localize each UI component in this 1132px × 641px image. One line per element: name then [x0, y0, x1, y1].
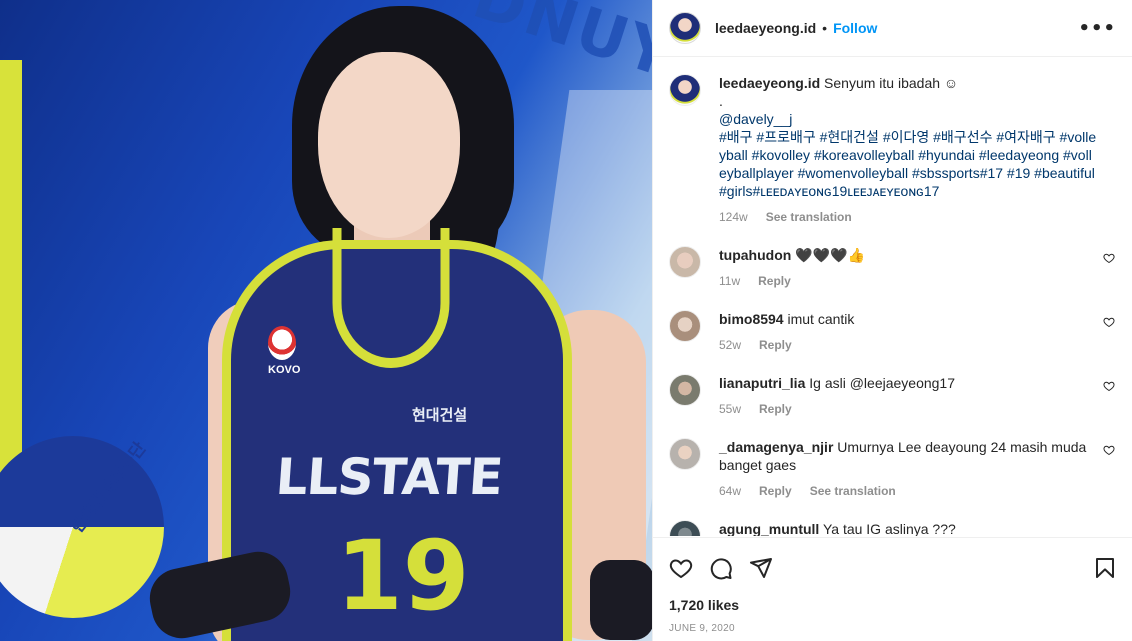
- like-comment-heart-icon[interactable]: [1103, 316, 1115, 328]
- comment-avatar[interactable]: [669, 438, 701, 470]
- comment-item: tupahudon 🖤🖤🖤👍 11w Reply: [669, 246, 1117, 290]
- post-header: leedaeyeong.id • Follow •••: [653, 0, 1132, 57]
- caption-body: leedaeyeong.id Senyum itu ibadah ☺ . @da…: [719, 74, 1099, 226]
- comment-time[interactable]: 52w: [719, 336, 741, 354]
- comment-avatar[interactable]: [669, 374, 701, 406]
- comment-username[interactable]: _damagenya_njir: [719, 439, 833, 455]
- caption-avatar[interactable]: [669, 74, 701, 106]
- comment-item: _damagenya_njir Umurnya Lee deayoung 24 …: [669, 438, 1117, 500]
- follow-button[interactable]: Follow: [833, 20, 877, 36]
- comment-username[interactable]: tupahudon: [719, 247, 791, 263]
- comment-text: Ig asli @leejaeyeong17: [809, 375, 956, 391]
- comment-username[interactable]: lianaputri_lia: [719, 375, 805, 391]
- heart-icon[interactable]: [669, 556, 693, 580]
- comment-text: 🖤🖤🖤👍: [795, 247, 865, 263]
- reply-button[interactable]: Reply: [759, 400, 792, 418]
- arm-sleeve-right: [590, 560, 652, 640]
- like-count[interactable]: 1,720 likes: [669, 597, 1117, 613]
- player-face: [318, 52, 460, 238]
- comment-item: agung_muntull Ya tau IG aslinya ???: [669, 520, 1117, 536]
- jersey-sponsor: LLSTATE: [273, 448, 505, 506]
- caption-time[interactable]: 124w: [719, 208, 748, 226]
- separator-dot: •: [822, 20, 828, 36]
- comment-item: lianaputri_lia Ig asli @leejaeyeong17 55…: [669, 374, 1117, 418]
- caption-mention[interactable]: @davely__j: [719, 110, 1099, 128]
- reply-button[interactable]: Reply: [758, 272, 791, 290]
- comments-list[interactable]: leedaeyeong.id Senyum itu ibadah ☺ . @da…: [653, 58, 1132, 536]
- reply-button[interactable]: Reply: [759, 336, 792, 354]
- post-photo[interactable]: DNUYF KOVO 현대건설 LLSTATE 19 현대건설배구단: [0, 0, 652, 641]
- like-comment-heart-icon[interactable]: [1103, 380, 1115, 392]
- comment-time[interactable]: 11w: [719, 272, 740, 290]
- post-side-panel: leedaeyeong.id • Follow ••• leedaeyeong.…: [652, 0, 1132, 641]
- reply-button[interactable]: Reply: [759, 482, 792, 500]
- post-date[interactable]: JUNE 9, 2020: [669, 623, 1117, 634]
- post-actions: 1,720 likes JUNE 9, 2020: [653, 537, 1132, 634]
- author-username[interactable]: leedaeyeong.id: [715, 20, 816, 36]
- caption-line2: .: [719, 93, 723, 109]
- jersey-collar: [332, 228, 450, 368]
- caption-text: Senyum itu ibadah ☺: [824, 75, 959, 91]
- see-translation-button[interactable]: See translation: [766, 208, 852, 226]
- see-translation-button[interactable]: See translation: [810, 482, 896, 500]
- kovo-logo-text: KOVO: [268, 364, 301, 376]
- like-comment-heart-icon[interactable]: [1103, 252, 1115, 264]
- comment-icon[interactable]: [709, 556, 733, 580]
- comment-time[interactable]: 55w: [719, 400, 741, 418]
- comment-avatar[interactable]: [669, 520, 701, 536]
- comment-text: imut cantik: [787, 311, 855, 327]
- more-options-icon[interactable]: •••: [1078, 18, 1116, 39]
- jersey-number: 19: [336, 520, 470, 632]
- share-icon[interactable]: [749, 556, 773, 580]
- bookmark-icon[interactable]: [1093, 556, 1117, 580]
- author-avatar[interactable]: [669, 12, 701, 44]
- team-sponsor-text: 현대건설: [412, 406, 468, 424]
- caption: leedaeyeong.id Senyum itu ibadah ☺ . @da…: [669, 74, 1117, 226]
- court-banner-yellow: [0, 60, 22, 500]
- comment-avatar[interactable]: [669, 310, 701, 342]
- comment-text: Ya tau IG aslinya ???: [822, 521, 956, 536]
- caption-username[interactable]: leedaeyeong.id: [719, 75, 820, 91]
- comment-username[interactable]: agung_muntull: [719, 521, 819, 536]
- comment-avatar[interactable]: [669, 246, 701, 278]
- comment-time[interactable]: 64w: [719, 482, 741, 500]
- kovo-logo-icon: [268, 326, 296, 360]
- comment-item: bimo8594 imut cantik 52w Reply: [669, 310, 1117, 354]
- caption-hashtags[interactable]: #배구 #프로배구 #현대건설 #이다영 #배구선수 #여자배구 #volley…: [719, 128, 1099, 200]
- like-comment-heart-icon[interactable]: [1103, 444, 1115, 456]
- comment-username[interactable]: bimo8594: [719, 311, 784, 327]
